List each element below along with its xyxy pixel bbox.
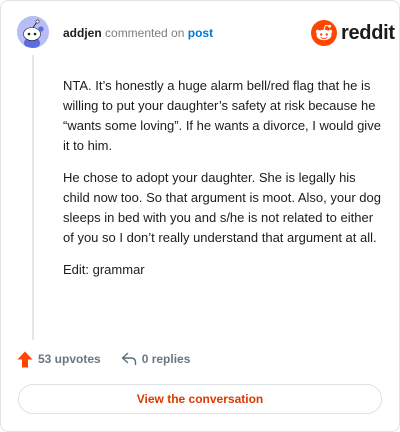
thread-line <box>32 55 34 340</box>
action-text: commented on <box>105 26 185 40</box>
comment-body: NTA. It’s honestly a huge alarm bell/red… <box>63 76 385 292</box>
comment-actions: 53 upvotes 0 replies <box>17 350 190 368</box>
comment-header: addjen commented on post <box>63 26 213 40</box>
reddit-alien-icon <box>311 20 337 46</box>
upvote-arrow-icon <box>17 351 33 367</box>
avatar[interactable] <box>17 16 49 48</box>
view-conversation-button[interactable]: View the conversation <box>18 384 382 414</box>
brand-name: reddit <box>341 22 395 44</box>
upvote-count: 53 upvotes <box>38 352 101 366</box>
comment-card: addjen commented on post reddit NTA. It’… <box>0 0 400 432</box>
upvote-button[interactable]: 53 upvotes <box>17 351 101 368</box>
reply-button[interactable]: 0 replies <box>121 352 191 366</box>
comment-paragraph: NTA. It’s honestly a huge alarm bell/red… <box>63 78 381 153</box>
post-link[interactable]: post <box>188 26 213 40</box>
reply-count: 0 replies <box>141 352 191 366</box>
reddit-brand[interactable]: reddit <box>311 20 395 46</box>
comment-paragraph: Edit: grammar <box>63 262 145 277</box>
reply-arrow-icon <box>121 352 136 366</box>
comment-paragraph: He chose to adopt your daughter. She is … <box>63 170 381 245</box>
snoo-avatar-icon <box>17 16 49 48</box>
username[interactable]: addjen <box>63 26 102 40</box>
